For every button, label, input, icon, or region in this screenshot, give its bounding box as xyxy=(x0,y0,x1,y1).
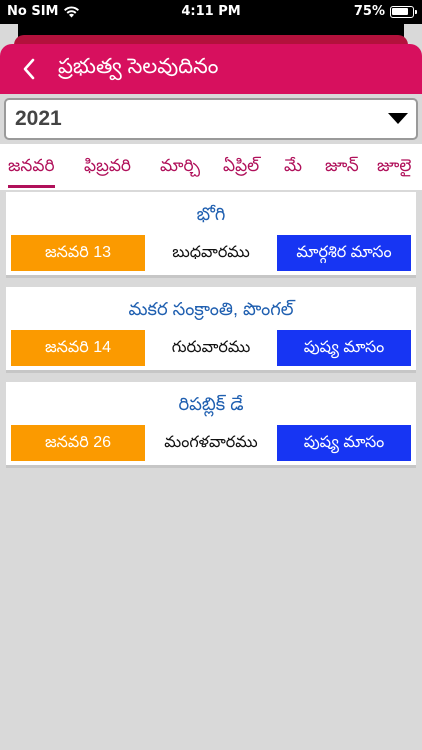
status-bar: No SIM 4:11 PM 75% xyxy=(0,0,422,24)
holiday-card[interactable]: మకర సంక్రాంతి, పొంగల్ జనవరి 14 గురువారము… xyxy=(6,287,416,373)
holiday-name: రిపబ్లిక్ డే xyxy=(178,394,244,414)
tab-label: మార్చి xyxy=(160,156,201,175)
holiday-date: జనవరి 26 xyxy=(11,425,145,461)
tab-march[interactable]: మార్చి xyxy=(160,144,200,190)
holiday-telugu-month: పుష్య మాసం xyxy=(277,425,411,461)
holiday-telugu-month: పుష్య మాసం xyxy=(277,330,411,366)
app-header: ప్రభుత్వ సెలవుదినం xyxy=(0,44,422,94)
holiday-weekday: మంగళవారము xyxy=(164,434,258,451)
chevron-left-icon xyxy=(23,58,35,80)
tab-july[interactable]: జూలై xyxy=(377,144,411,190)
page-title: ప్రభుత్వ సెలవుదినం xyxy=(58,54,219,78)
tab-active-indicator xyxy=(8,185,55,188)
tab-label: మే xyxy=(284,156,302,175)
year-value: 2021 xyxy=(15,107,62,130)
tab-label: జనవరి xyxy=(8,156,55,175)
holiday-weekday: గురువారము xyxy=(171,339,251,356)
tab-label: ఏప్రిల్ xyxy=(223,156,260,175)
tab-january[interactable]: జనవరి xyxy=(8,144,55,190)
holiday-name: భోగి xyxy=(196,204,226,224)
tab-april[interactable]: ఏప్రిల్ xyxy=(223,144,259,190)
holiday-telugu-month: మార్గశిర మాసం xyxy=(277,235,411,271)
holiday-card[interactable]: రిపబ్లిక్ డే జనవరి 26 మంగళవారము పుష్య మా… xyxy=(6,382,416,468)
tab-february[interactable]: ఫిబ్రవరి xyxy=(84,144,131,190)
tab-label: జూలై xyxy=(377,156,412,175)
holiday-weekday: బుధవారము xyxy=(172,244,250,261)
holiday-date: జనవరి 14 xyxy=(11,330,145,366)
back-button[interactable] xyxy=(0,44,58,94)
holiday-date: జనవరి 13 xyxy=(11,235,145,271)
holiday-name: మకర సంక్రాంతి, పొంగల్ xyxy=(128,299,294,319)
holiday-card[interactable]: భోగి జనవరి 13 బుధవారము మార్గశిర మాసం xyxy=(6,192,416,278)
dropdown-arrow-icon xyxy=(388,113,408,124)
battery-percent: 75% xyxy=(353,4,385,19)
tab-june[interactable]: జూన్ xyxy=(325,144,359,190)
battery-icon xyxy=(390,5,417,18)
tab-may[interactable]: మే xyxy=(284,144,302,190)
status-right: 75% xyxy=(353,4,417,19)
tab-label: జూన్ xyxy=(325,156,359,175)
tab-label: ఫిబ్రవరి xyxy=(84,156,132,175)
month-tabs: జనవరి ఫిబ్రవరి మార్చి ఏప్రిల్ మే జూన్ జూ… xyxy=(0,144,422,190)
year-dropdown[interactable]: 2021 xyxy=(4,98,418,140)
